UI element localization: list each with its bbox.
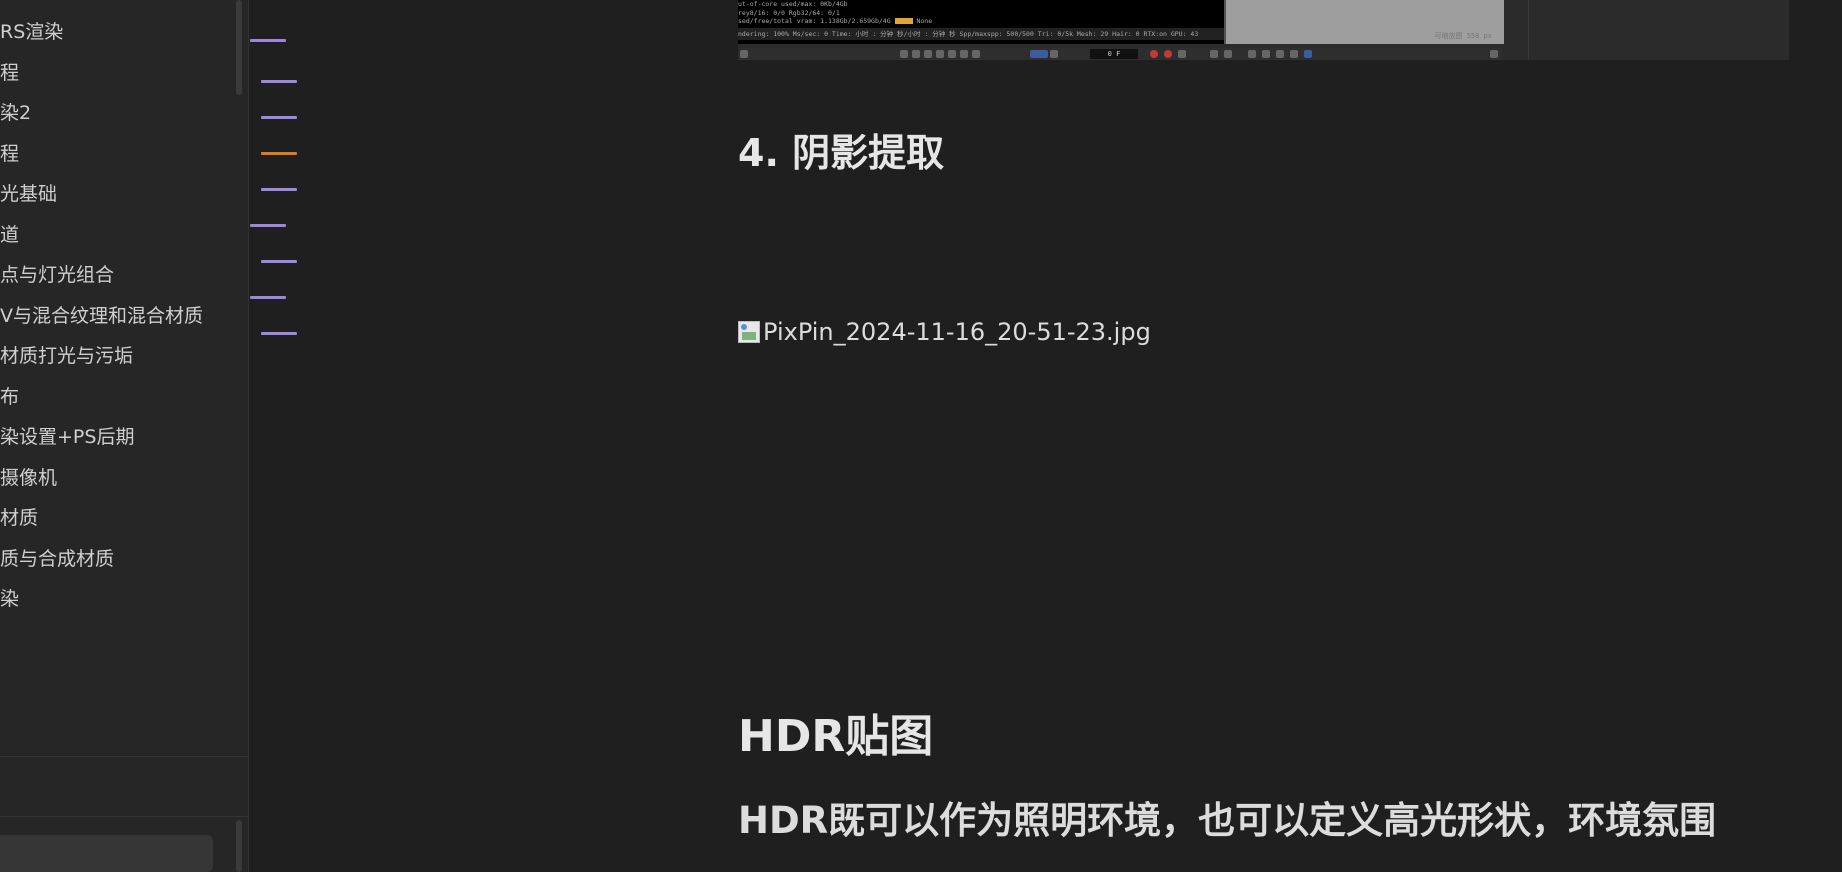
- record-icon: [1150, 50, 1158, 58]
- image-alt-text: PixPin_2024-11-16_20-51-23.jpg: [763, 318, 1151, 346]
- file-item[interactable]: 道: [0, 215, 236, 256]
- broken-image-icon: [738, 321, 760, 343]
- scale-icon: [1248, 50, 1256, 58]
- stats-line: ut-of-core used/max: 0Kb/4Gb: [738, 0, 848, 8]
- stats-line: rey8/16: 0/0 Rgb32/64: 0/1: [738, 8, 840, 17]
- expand-icon: [1490, 50, 1498, 58]
- outline-heading-mark[interactable]: [250, 39, 286, 42]
- orange-swatch: [894, 18, 913, 24]
- file-item[interactable]: RS渲染: [0, 12, 236, 53]
- sidebar-bottom-scrollbar[interactable]: [236, 820, 242, 872]
- file-item[interactable]: 染2: [0, 93, 236, 134]
- file-item[interactable]: 染设置+PS后期: [0, 417, 236, 458]
- sidebar-scrollbar[interactable]: [236, 0, 242, 95]
- first-frame-icon: [900, 50, 908, 58]
- next-frame-icon: [948, 50, 956, 58]
- render-stats: ut-of-core used/max: 0Kb/4Gb rey8/16: 0/…: [738, 0, 1224, 26]
- embedded-screenshot-image: ut-of-core used/max: 0Kb/4Gb rey8/16: 0/…: [738, 0, 1789, 60]
- point-icon: [1290, 50, 1298, 58]
- none-label: None: [916, 17, 933, 25]
- next-key-icon: [960, 50, 968, 58]
- keyframe-icon: [1178, 50, 1186, 58]
- render-preview-panel: 可缩放图 558 px: [1224, 0, 1504, 44]
- rotation-icon: [1224, 50, 1232, 58]
- file-item[interactable]: 材质打光与污垢: [0, 336, 236, 377]
- file-item[interactable]: 程: [0, 134, 236, 175]
- timeline-toolbar: 0 F: [738, 48, 1502, 60]
- paragraph-text: HDR既可以作为照明环境，也可以定义高光形状，环境氛围: [738, 799, 1717, 842]
- file-item[interactable]: 程: [0, 53, 236, 94]
- prev-key-icon: [912, 50, 920, 58]
- file-sidebar: RS渲染程染2 程光基础道点与灯光组合 V与混合纹理和混合材质 材质打光与污垢布染设置…: [0, 0, 249, 872]
- outline-heading-mark[interactable]: [250, 296, 286, 299]
- pla-icon: [1276, 50, 1284, 58]
- file-item[interactable]: 摄像机: [0, 458, 236, 499]
- position-icon: [1210, 50, 1218, 58]
- sidebar-divider: [0, 756, 248, 757]
- file-item[interactable]: 光基础: [0, 174, 236, 215]
- document-content: ut-of-core used/max: 0Kb/4Gb rey8/16: 0/…: [738, 0, 1789, 872]
- dimension-label: 可缩放图 558 px: [1434, 32, 1492, 40]
- outline-heading-mark[interactable]: [261, 152, 297, 155]
- file-item[interactable]: 材质: [0, 498, 236, 539]
- home-icon: [740, 50, 748, 58]
- heading-shadow-extraction: 4. 阴影提取: [738, 131, 945, 175]
- loop-icon: [1030, 50, 1048, 58]
- attribute-panel-strip: [1528, 0, 1789, 60]
- render-statusbar: ndering: 100% Ms/sec: 0 Time: 小时 : 分钟 秒/…: [738, 28, 1224, 40]
- param-icon: [1262, 50, 1270, 58]
- autokey-icon: [1164, 50, 1172, 58]
- last-frame-icon: [972, 50, 980, 58]
- sidebar-search-box[interactable]: [0, 835, 213, 872]
- stats-line: sed/free/total vram: 1.138Gb/2.659Gb/4G …: [738, 17, 933, 25]
- file-item[interactable]: 染: [0, 579, 236, 620]
- sound-icon: [1050, 50, 1058, 58]
- file-item[interactable]: V与混合纹理和混合材质: [0, 296, 236, 337]
- outline-heading-mark[interactable]: [261, 116, 297, 119]
- file-item[interactable]: 点与灯光组合: [0, 255, 236, 296]
- prev-frame-icon: [924, 50, 932, 58]
- grid-icon: [1304, 50, 1312, 58]
- outline-heading-mark[interactable]: [261, 260, 297, 263]
- file-item[interactable]: 布: [0, 377, 236, 418]
- file-list: RS渲染程染2 程光基础道点与灯光组合 V与混合纹理和混合材质 材质打光与污垢布染设置…: [0, 12, 236, 620]
- outline-heading-mark[interactable]: [261, 80, 297, 83]
- file-item[interactable]: 质与合成材质: [0, 539, 236, 580]
- broken-image[interactable]: PixPin_2024-11-16_20-51-23.jpg: [738, 312, 1151, 352]
- heading-hdr-map: HDR贴图: [738, 711, 934, 762]
- outline-heading-mark[interactable]: [261, 188, 297, 191]
- sidebar-divider: [0, 816, 248, 817]
- render-viewport: ut-of-core used/max: 0Kb/4Gb rey8/16: 0/…: [738, 0, 1224, 44]
- outline-heading-mark[interactable]: [250, 224, 286, 227]
- frame-field: 0 F: [1090, 49, 1138, 59]
- outline-heading-mark[interactable]: [261, 332, 297, 335]
- play-icon: [936, 50, 944, 58]
